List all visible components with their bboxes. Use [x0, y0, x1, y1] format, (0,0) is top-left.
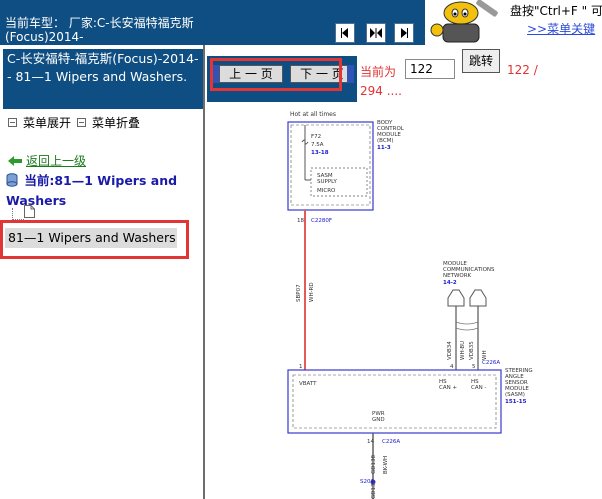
document-icon [24, 205, 35, 218]
wire-vdb34-color: WH-BU [460, 341, 466, 360]
triangle-left-icon [341, 28, 348, 38]
hs-can-minus-2: CAN - [471, 385, 486, 391]
menu-expand-label: 菜单展开 [23, 116, 72, 130]
mod-comm-ref: 14-2 [443, 280, 457, 286]
vbatt-label: VBATT [299, 381, 317, 387]
bcm-label-4: (BCM) [377, 138, 394, 144]
sidebar: C-长安福特-福克斯(Focus)-2014-- 81—1 Wipers and… [0, 45, 205, 499]
page-number-input[interactable] [405, 59, 455, 79]
connector-hs-plus-icon [447, 289, 465, 307]
highlight-box-item [0, 220, 189, 259]
page-total-line1: 122 / [507, 63, 538, 77]
nav-prev-button[interactable] [335, 23, 355, 43]
back-arrow-icon [8, 155, 22, 166]
pin-5: 5 [472, 364, 476, 370]
wire-sbp07-code: SBP07 [296, 284, 302, 302]
pin-1: 1 [299, 364, 303, 370]
current-page-prefix: 当前为 [360, 65, 397, 79]
bottom-wire-code: GD133 [371, 480, 377, 499]
fuse-label: F72 [311, 134, 321, 140]
page-total-line2: 294 .... [360, 84, 402, 98]
menu-expand-button[interactable]: 菜单展开 [8, 114, 71, 131]
connector-c226a-2: C226A [382, 439, 400, 445]
wire-gd138-code: GD138 [371, 455, 377, 474]
expand-box-icon [8, 118, 17, 127]
search-hint-text: 盘按"Ctrl+F " 可 [510, 4, 602, 18]
sasm-inner-dashed [292, 374, 497, 429]
triangle-right-icon [401, 28, 408, 38]
pin-18: 18 [297, 218, 304, 224]
hot-label: Hot at all times [290, 111, 336, 118]
sasm-label-5: (SASM) [505, 392, 525, 398]
vehicle-title-line1: 当前车型： 厂家:C-长安福特福克斯 [5, 16, 194, 30]
pin-4: 4 [450, 364, 454, 370]
mod-comm-3: NETWORK [443, 273, 472, 279]
fuse-rating: 7.5A [311, 142, 324, 148]
pwr-gnd-2: GND [372, 417, 385, 423]
menu-keyword-link[interactable]: >>菜单关键 [527, 20, 595, 37]
bcm-ref: 11-3 [377, 145, 391, 151]
wire-sbp07-color: WH-RD [309, 282, 315, 302]
back-row[interactable]: 返回上一级 [8, 152, 86, 169]
wire-vdb35-code: VDB35 [469, 341, 475, 360]
menu-collapse-button[interactable]: 菜单折叠 [77, 114, 140, 131]
vehicle-title-line2: (Focus)2014- [5, 30, 84, 44]
top-header: 当前车型： 厂家:C-长安福特福克斯 (Focus)2014- 盘按"Ctrl+… [0, 0, 602, 45]
back-link[interactable]: 返回上一级 [26, 152, 86, 169]
wiring-diagram: Hot at all times BODY CONTROL MODULE (BC… [207, 102, 602, 499]
mechanic-mascot-icon [425, 0, 505, 45]
highlight-box-pager [210, 58, 342, 91]
bcm-outline [287, 121, 374, 211]
tree-connector [12, 208, 24, 220]
connector-hs-minus-icon [469, 289, 487, 307]
nav-next-button[interactable] [394, 23, 414, 43]
double-triangle-icon [370, 28, 382, 38]
fuse-ref: 13-18 [311, 150, 329, 156]
current-vehicle-title: 当前车型： 厂家:C-长安福特福克斯 (Focus)2014- [5, 15, 330, 44]
micro-label: MICRO [317, 188, 336, 194]
wire-vdb34-code: VDB34 [447, 341, 453, 360]
database-icon [6, 173, 18, 187]
wire-vdb35-color: WH [482, 350, 488, 360]
pin-14: 14 [367, 439, 374, 445]
current-node-label: 当前:81—1 Wipers and Washers [6, 173, 178, 208]
app-window: 当前车型： 厂家:C-长安福特福克斯 (Focus)2014- 盘按"Ctrl+… [0, 0, 602, 499]
jump-button[interactable]: 跳转 [462, 49, 500, 73]
wire-gd138-color: BK-WH [383, 456, 389, 474]
connector-c2280f: C2280F [311, 218, 332, 224]
sidebar-title: C-长安福特-福克斯(Focus)-2014-- 81—1 Wipers and… [3, 49, 203, 109]
next-edge-tab [347, 65, 354, 83]
wiring-diagram-svg: Hot at all times BODY CONTROL MODULE (BC… [287, 111, 533, 499]
help-panel: 盘按"Ctrl+F " 可 >>菜单关键 [505, 0, 602, 45]
sasm-supply-2: SUPPLY [317, 179, 337, 185]
collapse-box-icon [77, 118, 87, 127]
menu-collapse-label: 菜单折叠 [92, 116, 141, 130]
fuse-symbol [301, 139, 309, 145]
hs-can-plus-2: CAN + [439, 385, 457, 391]
current-node: 当前:81—1 Wipers and Washers [6, 171, 201, 211]
nav-both-button[interactable] [366, 23, 386, 43]
connector-c226a: C226A [482, 360, 500, 366]
twisted-pair-symbol [455, 321, 479, 331]
sasm-outline [287, 369, 502, 434]
sasm-ref: 151-15 [505, 399, 527, 405]
mascot-logo [425, 0, 505, 45]
menu-toggle-row: 菜单展开 菜单折叠 [8, 114, 146, 131]
